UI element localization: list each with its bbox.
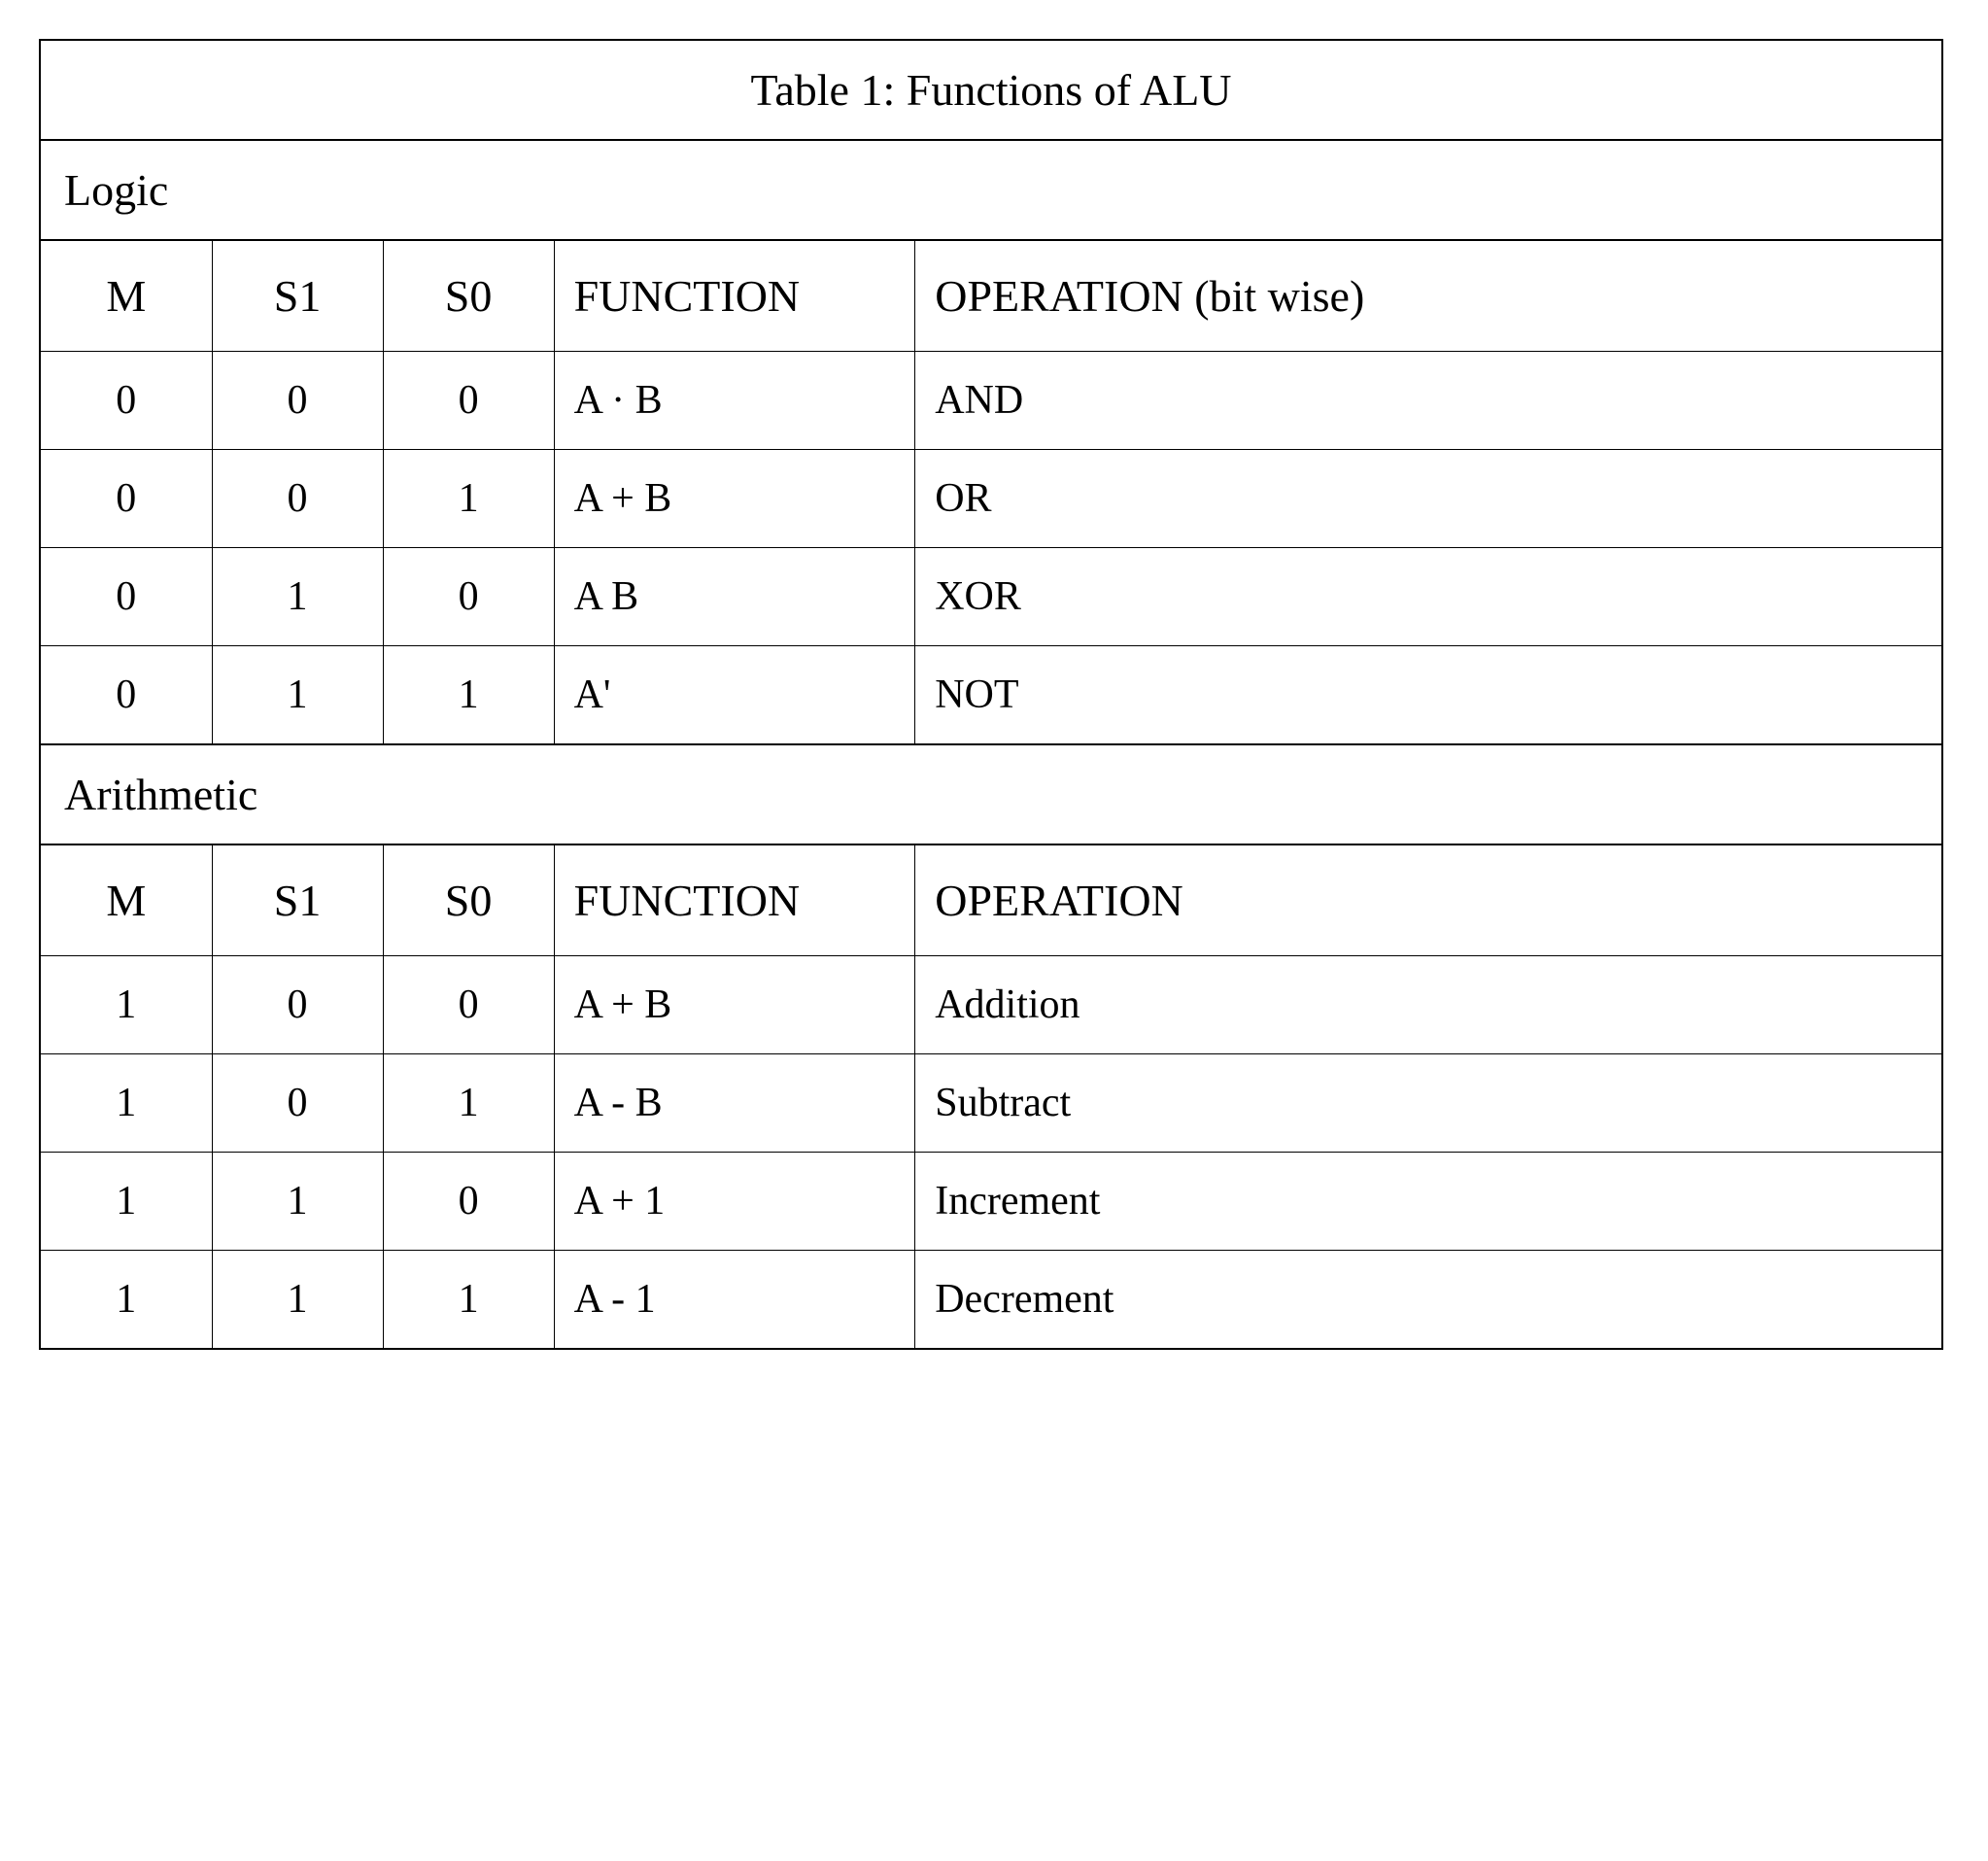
cell-function: A + B <box>554 956 915 1054</box>
section-arithmetic-header: Arithmetic <box>41 743 1941 845</box>
logic-table: M S1 S0 FUNCTION OPERATION (bit wise) 0 … <box>41 241 1941 743</box>
cell-s0: 1 <box>383 1054 554 1153</box>
col-header-function: FUNCTION <box>554 241 915 352</box>
table-row: 1 1 1 A - 1 Decrement <box>41 1251 1941 1349</box>
cell-function: A · B <box>554 352 915 450</box>
table-row: 0 1 1 A' NOT <box>41 646 1941 744</box>
cell-s0: 1 <box>383 450 554 548</box>
arithmetic-header-row: M S1 S0 FUNCTION OPERATION <box>41 845 1941 956</box>
cell-s1: 1 <box>212 1251 383 1349</box>
col-header-s1: S1 <box>212 241 383 352</box>
cell-s1: 0 <box>212 956 383 1054</box>
arithmetic-table: M S1 S0 FUNCTION OPERATION 1 0 0 A + B A… <box>41 845 1941 1348</box>
col-header-m: M <box>41 845 212 956</box>
cell-m: 1 <box>41 1054 212 1153</box>
col-header-s1: S1 <box>212 845 383 956</box>
table-title: Table 1: Functions of ALU <box>41 41 1941 141</box>
cell-s1: 1 <box>212 548 383 646</box>
cell-s0: 0 <box>383 956 554 1054</box>
cell-s0: 1 <box>383 1251 554 1349</box>
section-logic-header: Logic <box>41 141 1941 241</box>
cell-s0: 0 <box>383 548 554 646</box>
col-header-m: M <box>41 241 212 352</box>
cell-s1: 1 <box>212 646 383 744</box>
table-row: 1 1 0 A + 1 Increment <box>41 1153 1941 1251</box>
table-row: 0 0 1 A + B OR <box>41 450 1941 548</box>
cell-function: A - B <box>554 1054 915 1153</box>
table-row: 1 0 0 A + B Addition <box>41 956 1941 1054</box>
cell-m: 0 <box>41 646 212 744</box>
cell-operation: Decrement <box>915 1251 1941 1349</box>
cell-s0: 1 <box>383 646 554 744</box>
cell-s1: 1 <box>212 1153 383 1251</box>
col-header-operation: OPERATION (bit wise) <box>915 241 1941 352</box>
cell-s1: 0 <box>212 450 383 548</box>
cell-function: A' <box>554 646 915 744</box>
cell-m: 1 <box>41 956 212 1054</box>
cell-operation: AND <box>915 352 1941 450</box>
cell-operation: Subtract <box>915 1054 1941 1153</box>
table-row: 0 0 0 A · B AND <box>41 352 1941 450</box>
cell-m: 0 <box>41 450 212 548</box>
col-header-s0: S0 <box>383 241 554 352</box>
cell-s1: 0 <box>212 352 383 450</box>
col-header-function: FUNCTION <box>554 845 915 956</box>
cell-function: A + 1 <box>554 1153 915 1251</box>
table-row: 1 0 1 A - B Subtract <box>41 1054 1941 1153</box>
cell-function: A + B <box>554 450 915 548</box>
col-header-operation: OPERATION <box>915 845 1941 956</box>
cell-s0: 0 <box>383 1153 554 1251</box>
cell-function: A - 1 <box>554 1251 915 1349</box>
cell-operation: XOR <box>915 548 1941 646</box>
col-header-s0: S0 <box>383 845 554 956</box>
cell-s0: 0 <box>383 352 554 450</box>
cell-m: 1 <box>41 1251 212 1349</box>
cell-m: 0 <box>41 548 212 646</box>
cell-operation: NOT <box>915 646 1941 744</box>
cell-function: A B <box>554 548 915 646</box>
cell-operation: OR <box>915 450 1941 548</box>
cell-m: 0 <box>41 352 212 450</box>
cell-operation: Increment <box>915 1153 1941 1251</box>
alu-functions-table: Table 1: Functions of ALU Logic M S1 S0 … <box>39 39 1943 1350</box>
logic-header-row: M S1 S0 FUNCTION OPERATION (bit wise) <box>41 241 1941 352</box>
table-row: 0 1 0 A B XOR <box>41 548 1941 646</box>
cell-s1: 0 <box>212 1054 383 1153</box>
cell-m: 1 <box>41 1153 212 1251</box>
cell-operation: Addition <box>915 956 1941 1054</box>
